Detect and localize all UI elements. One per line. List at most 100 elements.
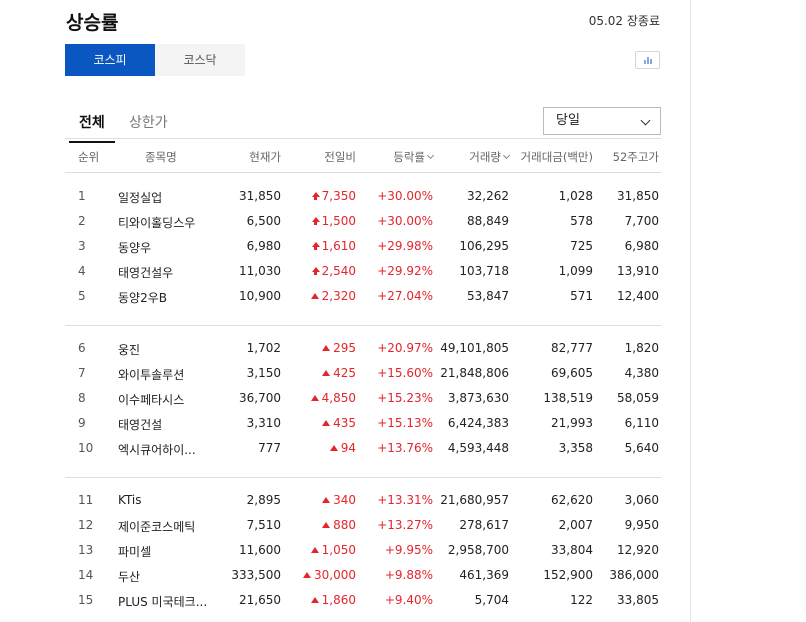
- high-52w: 58,059: [617, 391, 659, 405]
- col-rate-sort[interactable]: 등락률: [393, 149, 435, 165]
- high-52w: 6,980: [624, 239, 659, 253]
- up-triangle-icon: [310, 597, 319, 603]
- trade-amount: 69,605: [551, 366, 593, 380]
- table-row: 14 두산 333,500 30,000 +9.88% 461,369 152,900 386…: [65, 564, 661, 589]
- change-rate: +9.40%: [384, 593, 433, 607]
- upper-limit-arrow-icon: [311, 267, 320, 275]
- subtab-all[interactable]: 전체: [69, 112, 115, 143]
- volume: 21,680,957: [440, 493, 509, 507]
- change-amount: 4,850: [321, 391, 356, 405]
- rank: 15: [78, 593, 94, 607]
- col-52w-high: 52주고가: [612, 150, 659, 164]
- rank: 8: [78, 391, 86, 405]
- rise-rate-panel: 상승률 05.02 장종료 코스피 코스닥 전체 상한가 당일 순위 종목명 현…: [0, 0, 691, 622]
- table-header: 순위 종목명 현재가 전일비 등락률 거래량 거래대금(백만) 52주고가: [65, 140, 661, 173]
- stock-name-link[interactable]: 두산: [118, 568, 140, 585]
- change-value: 295: [322, 341, 356, 355]
- volume: 4,593,448: [447, 441, 509, 455]
- rank: 4: [78, 264, 86, 278]
- table-row: 10 엑시큐어하이... 777 94 +13.76% 4,593,448 3,358 5,6…: [65, 437, 661, 462]
- rank: 11: [78, 493, 94, 507]
- page-title: 상승률: [66, 12, 119, 34]
- col-volume-sort[interactable]: 거래량: [469, 149, 511, 165]
- table-row: 2 티와이홀딩스우 6,500 1,500 +30.00% 88,849 578 7,700: [65, 210, 661, 235]
- change-rate: +13.27%: [377, 518, 433, 532]
- up-triangle-icon: [303, 572, 311, 578]
- tab-kospi[interactable]: 코스피: [65, 44, 155, 76]
- table-row: 5 동양2우B 10,900 2,320 +27.04% 53,847 571 12,400: [65, 285, 661, 310]
- current-price: 10,900: [239, 289, 281, 303]
- stock-name-link[interactable]: 티와이홀딩스우: [118, 214, 195, 231]
- rank: 5: [78, 289, 86, 303]
- change-rate: +15.13%: [377, 416, 433, 430]
- stock-name-link[interactable]: 동양2우B: [118, 289, 167, 306]
- up-triangle-icon: [322, 370, 331, 376]
- stock-name-link[interactable]: PLUS 미국테크...: [118, 593, 207, 610]
- high-52w: 13,910: [617, 264, 659, 278]
- high-52w: 9,950: [624, 518, 659, 532]
- high-52w: 31,850: [617, 189, 659, 203]
- current-price: 6,980: [246, 239, 281, 253]
- change-value: 1,610: [311, 239, 356, 253]
- change-amount: 30,000: [314, 568, 356, 582]
- table-row: 8 이수페타시스 36,700 4,850 +15.23% 3,873,630 138,51…: [65, 387, 661, 412]
- high-52w: 12,400: [617, 289, 659, 303]
- change-amount: 880: [333, 518, 356, 532]
- change-amount: 295: [333, 341, 356, 355]
- change-value: 94: [329, 441, 356, 455]
- stock-name-link[interactable]: 파미셀: [118, 543, 151, 560]
- trade-amount: 138,519: [543, 391, 593, 405]
- current-price: 36,700: [239, 391, 281, 405]
- trade-amount: 2,007: [558, 518, 593, 532]
- change-amount: 1,860: [321, 593, 356, 607]
- col-name: 종목명: [145, 150, 177, 164]
- up-triangle-icon: [310, 395, 319, 401]
- chevron-down-icon: [426, 151, 435, 160]
- stock-name-link[interactable]: KTis: [118, 493, 141, 507]
- stock-name-link[interactable]: 동양우: [118, 239, 151, 256]
- change-amount: 2,320: [321, 289, 356, 303]
- current-price: 21,650: [239, 593, 281, 607]
- volume: 32,262: [467, 189, 509, 203]
- tab-kosdaq[interactable]: 코스닥: [155, 44, 245, 76]
- volume: 3,873,630: [447, 391, 509, 405]
- upper-limit-arrow-icon: [311, 217, 320, 225]
- up-triangle-icon: [322, 345, 331, 351]
- stock-name-link[interactable]: 일정실업: [118, 189, 162, 206]
- rank: 13: [78, 543, 94, 557]
- trade-amount: 152,900: [543, 568, 593, 582]
- change-amount: 425: [333, 366, 356, 380]
- stock-name-link[interactable]: 태영건설: [118, 416, 162, 433]
- group-divider: [65, 325, 661, 326]
- stock-name-link[interactable]: 웅진: [118, 341, 140, 358]
- high-52w: 386,000: [609, 568, 659, 582]
- volume: 5,704: [474, 593, 509, 607]
- change-rate: +30.00%: [377, 214, 433, 228]
- col-volume-label: 거래량: [469, 150, 501, 164]
- stock-name-link[interactable]: 태영건설우: [118, 264, 173, 281]
- volume: 461,369: [459, 568, 509, 582]
- volume: 103,718: [459, 264, 509, 278]
- current-price: 11,030: [239, 264, 281, 278]
- rank: 10: [78, 441, 94, 455]
- period-select-value: 당일: [556, 113, 580, 128]
- high-52w: 1,820: [624, 341, 659, 355]
- stock-name-link[interactable]: 엑시큐어하이...: [118, 441, 196, 458]
- current-price: 2,895: [246, 493, 281, 507]
- change-amount: 2,540: [321, 264, 356, 278]
- rank: 7: [78, 366, 86, 380]
- stock-name-link[interactable]: 이수페타시스: [118, 391, 184, 408]
- change-rate: +29.92%: [377, 264, 433, 278]
- stock-name-link[interactable]: 와이투솔루션: [118, 366, 184, 383]
- volume: 21,848,806: [440, 366, 509, 380]
- chart-view-button[interactable]: [635, 51, 660, 69]
- period-select[interactable]: 당일: [543, 107, 661, 135]
- high-52w: 12,920: [617, 543, 659, 557]
- volume: 6,424,383: [447, 416, 509, 430]
- subtab-upper-limit[interactable]: 상한가: [129, 112, 168, 132]
- high-52w: 5,640: [624, 441, 659, 455]
- trade-amount: 3,358: [558, 441, 593, 455]
- stock-name-link[interactable]: 제이준코스메틱: [118, 518, 195, 535]
- table-row: 15 PLUS 미국테크... 21,650 1,860 +9.40% 5,704 122 3…: [65, 589, 661, 614]
- table-row: 9 태영건설 3,310 435 +15.13% 6,424,383 21,993 6,110: [65, 412, 661, 437]
